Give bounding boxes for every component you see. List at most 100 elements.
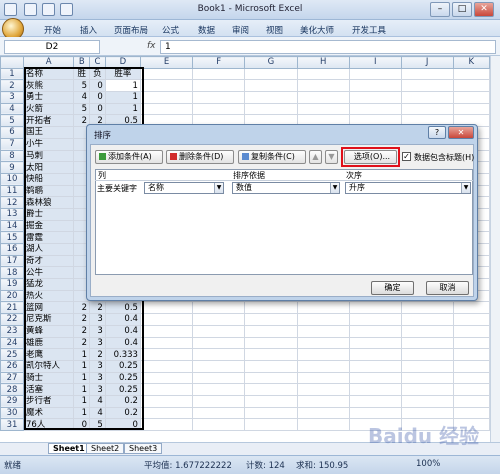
grid-cell[interactable]: 3 — [89, 371, 106, 385]
grid-cell[interactable] — [192, 371, 246, 385]
grid-cell[interactable]: 凯尔特人 — [22, 359, 75, 373]
move-up-button[interactable]: ▲ — [309, 150, 322, 164]
grid-cell[interactable] — [348, 371, 402, 385]
grid-cell[interactable]: 篮网 — [22, 301, 75, 315]
undo-icon[interactable] — [42, 3, 55, 16]
grid-cell[interactable] — [244, 79, 298, 93]
column-header-cell[interactable]: B — [73, 56, 91, 69]
grid-cell[interactable]: 0.2 — [104, 394, 141, 408]
dialog-help-button[interactable]: ? — [428, 126, 446, 139]
grid-cell[interactable] — [452, 313, 490, 326]
row-header-cell[interactable]: 4 — [0, 102, 24, 116]
grid-cell[interactable]: 3 — [89, 336, 106, 350]
row-header-cell[interactable]: 9 — [0, 161, 24, 174]
grid-cell[interactable]: 0 — [89, 79, 106, 93]
grid-cell[interactable] — [348, 406, 402, 420]
grid-cell[interactable]: 2 — [73, 301, 91, 315]
column-header-cell[interactable]: J — [400, 56, 454, 69]
column-header-cell[interactable]: A — [22, 56, 75, 69]
grid-cell[interactable] — [244, 348, 298, 361]
grid-cell[interactable] — [296, 67, 350, 81]
header-checkbox[interactable]: ✓ — [402, 152, 411, 161]
grid-cell[interactable]: 4 — [89, 394, 106, 408]
cancel-button[interactable]: 取消 — [426, 281, 469, 295]
grid-cell[interactable]: 快船 — [22, 172, 75, 186]
grid-cell[interactable] — [192, 394, 246, 408]
column-header-cell[interactable]: K — [452, 56, 490, 69]
row-header-cell[interactable]: 12 — [0, 196, 24, 209]
grid-cell[interactable]: 0.4 — [104, 324, 141, 338]
grid-cell[interactable]: 老鹰 — [22, 348, 75, 361]
tab-home[interactable]: 开始 — [44, 24, 61, 36]
grid-cell[interactable] — [296, 336, 350, 350]
grid-cell[interactable] — [400, 406, 454, 420]
grid-cell[interactable] — [244, 301, 298, 315]
row-header-cell[interactable]: 21 — [0, 301, 24, 315]
grid-cell[interactable]: 0 — [73, 418, 91, 431]
grid-cell[interactable] — [452, 371, 490, 385]
grid-cell[interactable]: 名称 — [22, 67, 75, 81]
grid-cell[interactable] — [348, 301, 402, 315]
grid-cell[interactable]: 2 — [89, 301, 106, 315]
grid-cell[interactable] — [192, 102, 246, 116]
grid-cell[interactable]: 0.4 — [104, 336, 141, 350]
row-header-cell[interactable]: 17 — [0, 254, 24, 268]
row-header-cell[interactable]: 13 — [0, 207, 24, 221]
grid-cell[interactable]: 1 — [104, 91, 141, 104]
grid-cell[interactable] — [296, 324, 350, 338]
grid-cell[interactable] — [452, 102, 490, 116]
grid-cell[interactable] — [348, 383, 402, 396]
grid-cell[interactable] — [296, 383, 350, 396]
row-header-cell[interactable]: 27 — [0, 371, 24, 385]
grid-cell[interactable] — [348, 91, 402, 104]
header-checkbox-label[interactable]: 数据包含标题(H) — [414, 152, 474, 163]
grid-cell[interactable] — [139, 79, 194, 93]
column-header-cell[interactable]: G — [244, 56, 298, 69]
grid-cell[interactable]: 热火 — [22, 289, 75, 303]
grid-cell[interactable] — [452, 383, 490, 396]
row-header-cell[interactable]: 22 — [0, 313, 24, 326]
sheet-tab-1[interactable]: Sheet1 — [48, 443, 90, 454]
grid-cell[interactable] — [296, 301, 350, 315]
grid-cell[interactable]: 1 — [73, 383, 91, 396]
save-icon[interactable] — [24, 3, 37, 16]
grid-cell[interactable] — [244, 324, 298, 338]
row-header-cell[interactable]: 2 — [0, 79, 24, 93]
grid-cell[interactable]: 国王 — [22, 126, 75, 139]
grid-cell[interactable] — [244, 371, 298, 385]
grid-cell[interactable]: 猛龙 — [22, 278, 75, 291]
grid-cell[interactable] — [139, 383, 194, 396]
grid-cell[interactable] — [348, 348, 402, 361]
grid-cell[interactable]: 1 — [73, 406, 91, 420]
grid-cell[interactable]: 2 — [73, 324, 91, 338]
grid-cell[interactable]: 鹈鹕 — [22, 184, 75, 198]
tab-developer[interactable]: 开发工具 — [352, 24, 386, 36]
grid-cell[interactable] — [348, 313, 402, 326]
grid-cell[interactable] — [452, 406, 490, 420]
grid-cell[interactable] — [348, 394, 402, 408]
column-header-cell[interactable]: I — [348, 56, 402, 69]
grid-cell[interactable] — [192, 406, 246, 420]
grid-cell[interactable]: 1 — [104, 102, 141, 116]
grid-cell[interactable] — [244, 418, 298, 431]
grid-cell[interactable] — [400, 313, 454, 326]
grid-cell[interactable] — [348, 324, 402, 338]
tab-view[interactable]: 视图 — [266, 24, 283, 36]
grid-cell[interactable] — [192, 313, 246, 326]
grid-cell[interactable]: 2 — [73, 336, 91, 350]
grid-cell[interactable]: 胜率 — [104, 67, 141, 81]
row-header-cell[interactable]: 29 — [0, 394, 24, 408]
grid-cell[interactable] — [192, 359, 246, 373]
row-header-cell[interactable]: 23 — [0, 324, 24, 338]
grid-cell[interactable] — [296, 348, 350, 361]
grid-cell[interactable] — [452, 301, 490, 315]
column-select[interactable]: 名称 ▼ — [144, 182, 224, 194]
grid-cell[interactable]: 活塞 — [22, 383, 75, 396]
row-header-cell[interactable]: 30 — [0, 406, 24, 420]
grid-cell[interactable]: 0.25 — [104, 359, 141, 373]
grid-cell[interactable]: 5 — [73, 79, 91, 93]
vertical-scrollbar[interactable] — [490, 56, 500, 442]
order-select[interactable]: 升序 ▼ — [345, 182, 471, 194]
grid-cell[interactable] — [244, 359, 298, 373]
grid-cell[interactable]: 0 — [89, 102, 106, 116]
